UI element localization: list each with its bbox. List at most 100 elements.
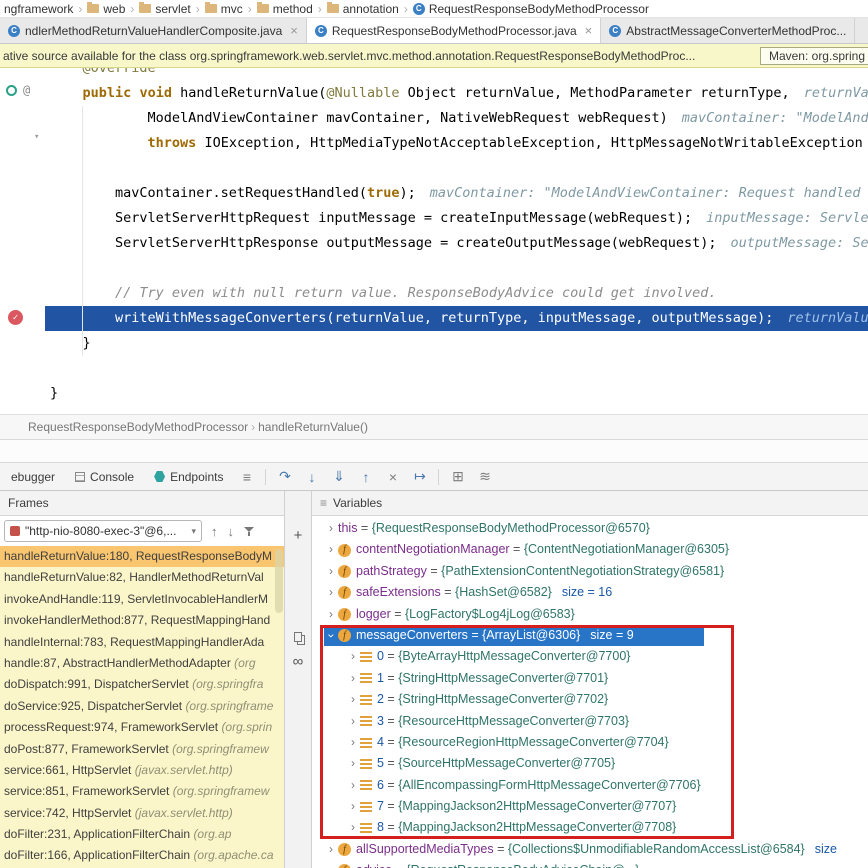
stack-frame-row[interactable]: processRequest:974, FrameworkServlet (or…: [0, 717, 284, 738]
stack-frame-row[interactable]: handle:87, AbstractHandlerMethodAdapter …: [0, 653, 284, 674]
show-options-menu-icon[interactable]: ≡: [234, 469, 259, 485]
expand-arrow-icon[interactable]: ›: [324, 561, 338, 582]
add-watch-icon[interactable]: +: [285, 527, 311, 544]
variable-row[interactable]: ›fadvice = {RequestResponseBodyAdviceCha…: [312, 860, 868, 868]
layout-grid-icon[interactable]: ⊞: [445, 468, 470, 485]
expand-arrow-icon[interactable]: ›: [346, 711, 360, 732]
code-line[interactable]: @Override: [45, 68, 868, 81]
stack-frame-row[interactable]: handleReturnValue:82, HandlerMethodRetur…: [0, 567, 284, 588]
expand-arrow-icon[interactable]: ›: [346, 817, 360, 838]
drop-frame-icon[interactable]: ×: [380, 469, 405, 485]
expand-arrow-icon[interactable]: ›: [346, 753, 360, 774]
code-line[interactable]: ModelAndViewContainer mavContainer, Nati…: [45, 106, 868, 131]
breadcrumb-item[interactable]: ngframework: [4, 2, 73, 16]
expand-arrow-icon[interactable]: ›: [324, 582, 338, 603]
collapse-arrow-icon[interactable]: ›: [320, 629, 341, 643]
breadcrumb-item[interactable]: servlet: [139, 2, 190, 16]
stack-frame-row[interactable]: doService:925, DispatcherServlet (org.sp…: [0, 696, 284, 717]
thread-selector[interactable]: "http-nio-8080-exec-3"@6,... ▾: [4, 520, 202, 542]
variable-row[interactable]: ›5 = {SourceHttpMessageConverter@7705}: [312, 753, 868, 774]
splitter[interactable]: [0, 440, 868, 462]
variable-row[interactable]: ›this = {RequestResponseBodyMethodProces…: [312, 518, 868, 539]
code-line[interactable]: [45, 256, 868, 281]
code-area[interactable]: @Override public void handleReturnValue(…: [0, 68, 868, 406]
breakpoint-icon[interactable]: ✓: [8, 310, 23, 325]
variable-row[interactable]: ›6 = {AllEncompassingFormHttpMessageConv…: [312, 775, 868, 796]
run-to-cursor-icon[interactable]: ↦: [407, 468, 432, 485]
stack-frame-row[interactable]: handleReturnValue:180, RequestResponseBo…: [0, 546, 284, 567]
code-editor[interactable]: @Override public void handleReturnValue(…: [0, 68, 868, 414]
code-line[interactable]: writeWithMessageConverters(returnValue, …: [45, 306, 868, 331]
code-line[interactable]: throws IOException, HttpMediaTypeNotAcce…: [45, 131, 868, 156]
expand-arrow-icon[interactable]: ›: [324, 539, 338, 560]
step-out-icon[interactable]: ↑: [353, 469, 378, 485]
expand-arrow-icon[interactable]: ›: [346, 668, 360, 689]
code-line[interactable]: [45, 356, 868, 381]
code-line[interactable]: // Try even with null return value. Resp…: [45, 281, 868, 306]
debug-tab-ebugger[interactable]: ebugger: [2, 470, 64, 484]
debug-tab-console[interactable]: Console: [66, 470, 143, 484]
settings-icon[interactable]: ≋: [472, 468, 497, 485]
variable-row[interactable]: ›2 = {StringHttpMessageConverter@7702}: [312, 689, 868, 710]
stack-frame-row[interactable]: service:661, HttpServlet (javax.servlet.…: [0, 760, 284, 781]
editor-tab[interactable]: CndlerMethodReturnValueHandlerComposite.…: [0, 18, 307, 43]
editor-tab[interactable]: CAbstractMessageConverterMethodProc...: [601, 18, 855, 43]
close-icon[interactable]: ×: [585, 23, 593, 38]
variable-row[interactable]: ›fallSupportedMediaTypes = {Collections$…: [312, 839, 868, 860]
frames-scrollbar[interactable]: [275, 549, 283, 613]
stack-frame-row[interactable]: doFilter:231, ApplicationFilterChain (or…: [0, 824, 284, 845]
breadcrumb-item[interactable]: CRequestResponseBodyMethodProcessor: [413, 2, 649, 16]
expand-arrow-icon[interactable]: ›: [346, 646, 360, 667]
variable-row[interactable]: ›fmessageConverters = {ArrayList@6306}si…: [312, 625, 868, 646]
variable-row[interactable]: ›4 = {ResourceRegionHttpMessageConverter…: [312, 732, 868, 753]
code-line[interactable]: }: [45, 381, 868, 406]
step-over-icon[interactable]: ↷: [272, 468, 297, 485]
debug-tab-endpoints[interactable]: Endpoints: [145, 470, 232, 484]
copy-icon[interactable]: [285, 629, 311, 646]
editor-breadcrumb-item[interactable]: handleReturnValue(): [258, 420, 368, 434]
stack-frame-row[interactable]: doPost:877, FrameworkServlet (org.spring…: [0, 739, 284, 760]
fold-icon[interactable]: ▾: [34, 132, 39, 142]
variable-row[interactable]: ›7 = {MappingJackson2HttpMessageConverte…: [312, 796, 868, 817]
hide-library-frames-icon[interactable]: [244, 526, 254, 537]
menu-icon[interactable]: ≡: [320, 496, 327, 510]
variable-row[interactable]: ›fcontentNegotiationManager = {ContentNe…: [312, 539, 868, 560]
stack-frame-row[interactable]: service:851, FrameworkServlet (org.sprin…: [0, 781, 284, 802]
stack-frame-row[interactable]: invokeHandlerMethod:877, RequestMappingH…: [0, 610, 284, 631]
expand-arrow-icon[interactable]: ›: [324, 839, 338, 860]
evaluate-expression-icon[interactable]: ∞: [285, 653, 311, 670]
variable-row[interactable]: ›8 = {MappingJackson2HttpMessageConverte…: [312, 817, 868, 838]
stack-frame-row[interactable]: doDispatch:991, DispatcherServlet (org.s…: [0, 674, 284, 695]
expand-arrow-icon[interactable]: ›: [324, 860, 338, 868]
stack-frame-row[interactable]: handleInternal:783, RequestMappingHandle…: [0, 632, 284, 653]
variable-row[interactable]: ›fpathStrategy = {PathExtensionContentNe…: [312, 561, 868, 582]
previous-frame-icon[interactable]: ↑: [211, 524, 218, 539]
code-line[interactable]: mavContainer.setRequestHandled(true);mav…: [45, 181, 868, 206]
banner-library-button[interactable]: Maven: org.spring: [760, 47, 868, 65]
stack-frame-row[interactable]: doFilter:166, ApplicationFilterChain (or…: [0, 845, 284, 866]
expand-arrow-icon[interactable]: ›: [346, 689, 360, 710]
close-icon[interactable]: ×: [290, 23, 298, 38]
code-line[interactable]: ServletServerHttpRequest inputMessage = …: [45, 206, 868, 231]
variable-row[interactable]: ›3 = {ResourceHttpMessageConverter@7703}: [312, 711, 868, 732]
breadcrumb-item[interactable]: web: [87, 2, 125, 16]
force-step-into-icon[interactable]: ⇓: [326, 468, 351, 485]
code-line[interactable]: }: [45, 331, 868, 356]
step-into-icon[interactable]: ↓: [299, 469, 324, 485]
stack-frame-row[interactable]: invokeAndHandle:119, ServletInvocableHan…: [0, 589, 284, 610]
expand-arrow-icon[interactable]: ›: [324, 604, 338, 625]
variable-row[interactable]: ›fsafeExtensions = {HashSet@6582}size = …: [312, 582, 868, 603]
variable-row[interactable]: ›flogger = {LogFactory$Log4jLog@6583}: [312, 604, 868, 625]
code-line[interactable]: public void handleReturnValue(@Nullable …: [45, 81, 868, 106]
breadcrumb-item[interactable]: method: [257, 2, 313, 16]
breadcrumb-item[interactable]: annotation: [327, 2, 399, 16]
stack-frame-row[interactable]: service:742, HttpServlet (javax.servlet.…: [0, 803, 284, 824]
variable-row[interactable]: ›1 = {StringHttpMessageConverter@7701}: [312, 668, 868, 689]
next-frame-icon[interactable]: ↓: [228, 524, 235, 539]
variable-row[interactable]: ›0 = {ByteArrayHttpMessageConverter@7700…: [312, 646, 868, 667]
expand-arrow-icon[interactable]: ›: [346, 775, 360, 796]
editor-breadcrumb-item[interactable]: RequestResponseBodyMethodProcessor: [28, 420, 248, 434]
code-line[interactable]: [45, 156, 868, 181]
code-line[interactable]: ServletServerHttpResponse outputMessage …: [45, 231, 868, 256]
breadcrumb-item[interactable]: mvc: [205, 2, 243, 16]
